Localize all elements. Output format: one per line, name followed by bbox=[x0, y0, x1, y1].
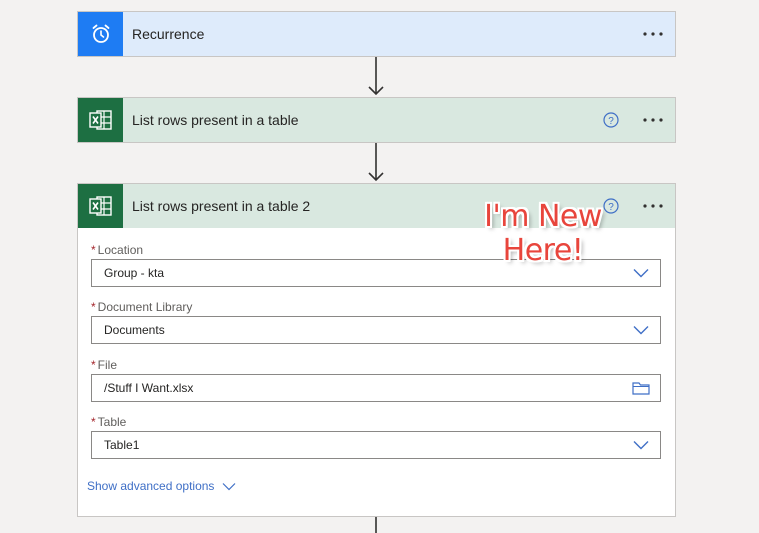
step-title: Recurrence bbox=[132, 26, 205, 42]
chevron-down-icon bbox=[223, 482, 236, 490]
flow-arrow-icon bbox=[368, 143, 384, 182]
folder-icon[interactable] bbox=[626, 375, 656, 401]
file-input[interactable]: /Stuff I Want.xlsx bbox=[91, 374, 661, 402]
chevron-down-icon[interactable] bbox=[626, 260, 656, 286]
step-title: List rows present in a table 2 bbox=[132, 198, 311, 214]
annotation-text: I'm New Here! bbox=[484, 199, 602, 268]
document-library-dropdown[interactable]: Documents bbox=[91, 316, 661, 344]
more-options-icon[interactable] bbox=[641, 24, 665, 44]
help-icon[interactable]: ? bbox=[603, 112, 619, 128]
location-value: Group - kta bbox=[104, 266, 165, 280]
step-title: List rows present in a table bbox=[132, 112, 299, 128]
flow-connector-line bbox=[375, 517, 377, 533]
excel-icon bbox=[78, 98, 123, 142]
document-library-value: Documents bbox=[104, 323, 165, 337]
file-label: * File bbox=[91, 358, 118, 372]
excel-icon bbox=[78, 184, 123, 228]
flow-arrow-icon bbox=[368, 57, 384, 96]
document-library-label: * Document Library bbox=[91, 300, 193, 314]
svg-text:?: ? bbox=[608, 116, 614, 127]
show-advanced-options-link[interactable]: Show advanced options bbox=[87, 479, 236, 493]
chevron-down-icon[interactable] bbox=[626, 317, 656, 343]
more-options-icon[interactable] bbox=[641, 110, 665, 130]
table-dropdown[interactable]: Table1 bbox=[91, 431, 661, 459]
alarm-clock-icon bbox=[78, 12, 123, 56]
more-options-icon[interactable] bbox=[641, 196, 665, 216]
table-label: * Table bbox=[91, 415, 127, 429]
location-label: * Location bbox=[91, 243, 144, 257]
chevron-down-icon[interactable] bbox=[626, 432, 656, 458]
list-rows-card[interactable]: List rows present in a table ? bbox=[77, 97, 676, 143]
recurrence-card[interactable]: Recurrence bbox=[77, 11, 676, 57]
table-value: Table1 bbox=[104, 438, 140, 452]
file-value: /Stuff I Want.xlsx bbox=[104, 381, 194, 395]
